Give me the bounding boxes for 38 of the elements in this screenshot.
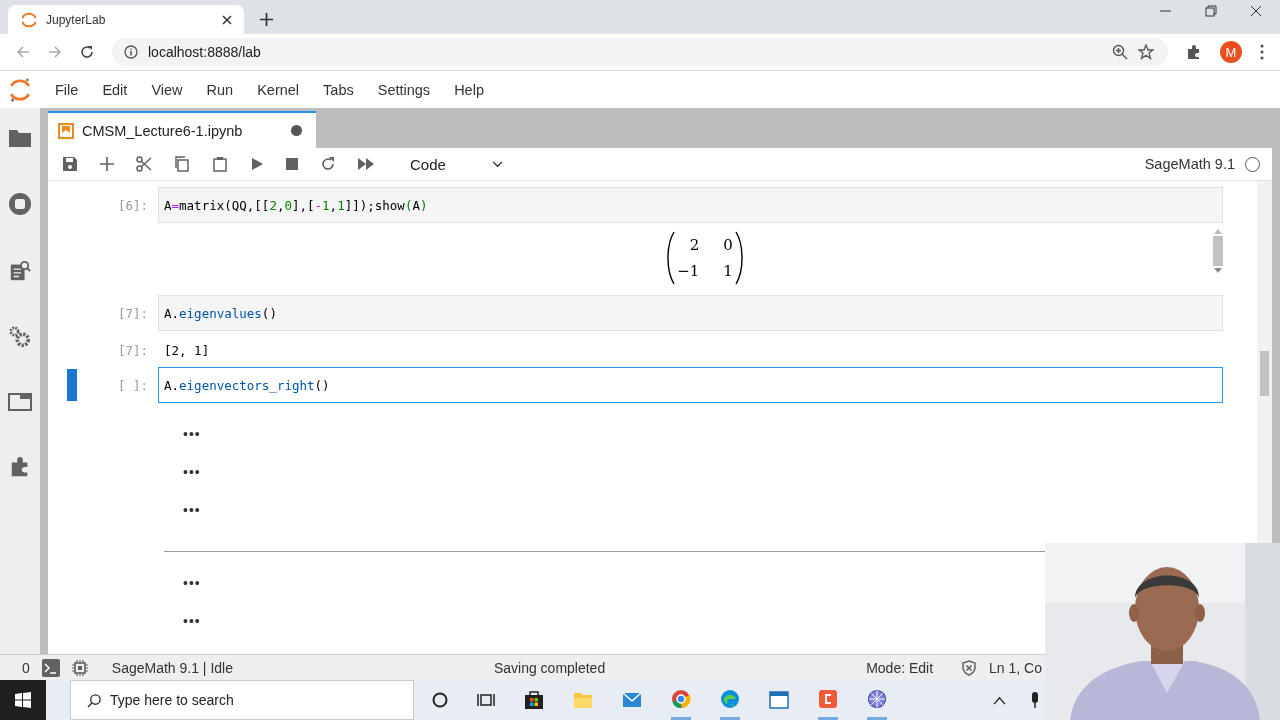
cursor-position[interactable]: Ln 1, Co bbox=[989, 659, 1042, 676]
tab-title: JupyterLab bbox=[46, 12, 107, 27]
menu-item[interactable]: Settings bbox=[365, 81, 443, 98]
document-tab[interactable]: CMSM_Lecture6-1.ipynb bbox=[48, 111, 316, 148]
input-prompt: [6]: bbox=[116, 197, 149, 213]
menu-item[interactable]: Kernel bbox=[245, 81, 312, 98]
menu-item[interactable]: File bbox=[43, 81, 91, 98]
profile-avatar[interactable]: M bbox=[1220, 41, 1242, 63]
collapsed-output-marker[interactable]: ••• bbox=[183, 502, 201, 518]
browser-tab[interactable]: JupyterLab bbox=[8, 5, 244, 34]
cell-type-dropdown[interactable]: Code bbox=[406, 153, 507, 175]
code-input[interactable]: A=matrix(QQ,[[2,0],[-1,1]]);show(A) bbox=[158, 187, 1223, 223]
matrix-entry: −1 bbox=[677, 262, 700, 280]
terminal-count: 0 bbox=[22, 659, 30, 676]
menu-item[interactable]: Tabs bbox=[311, 81, 366, 98]
kernel-status[interactable]: SageMath 9.1 | Idle bbox=[111, 659, 233, 676]
collapsed-output-marker[interactable]: ••• bbox=[183, 426, 201, 442]
menu-item[interactable]: Help bbox=[442, 81, 496, 98]
kernel-name[interactable]: SageMath 9.1 bbox=[1144, 156, 1235, 172]
input-prompt: [7]: bbox=[116, 305, 149, 321]
matrix-entry: 2 bbox=[688, 236, 700, 254]
matrix-entry: 0 bbox=[723, 236, 733, 254]
output-text: [2, 1] bbox=[163, 342, 210, 358]
taskbar-search-field[interactable]: Type here to search bbox=[70, 680, 414, 720]
address-field[interactable]: localhost:8888/lab bbox=[112, 38, 1168, 66]
menu-item[interactable]: View bbox=[139, 81, 195, 98]
collapsed-output-marker[interactable]: ••• bbox=[183, 613, 201, 629]
status-message: Saving completed bbox=[493, 659, 606, 676]
input-prompt: [ ]: bbox=[116, 377, 149, 393]
code-input[interactable]: A.eigenvalues() bbox=[158, 295, 1223, 331]
menu-item[interactable]: Run bbox=[194, 81, 246, 98]
collapsed-output-marker[interactable]: ••• bbox=[183, 575, 201, 591]
mode-indicator[interactable]: Mode: Edit bbox=[866, 659, 934, 676]
collapsed-output-marker[interactable]: ••• bbox=[183, 464, 201, 480]
matrix-entry: 1 bbox=[723, 262, 733, 280]
code-input[interactable]: A.eigenvectors_right() bbox=[158, 367, 1223, 403]
menu-item[interactable]: Edit bbox=[90, 81, 140, 98]
output-prompt: [7]: bbox=[116, 342, 149, 358]
